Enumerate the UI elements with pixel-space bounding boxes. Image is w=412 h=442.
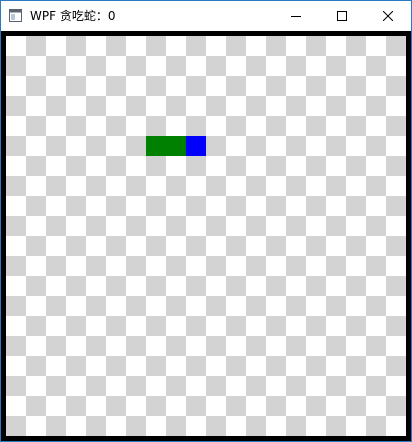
maximize-button[interactable]: [319, 1, 365, 31]
snake-body-segment: [146, 136, 166, 156]
game-frame: [1, 31, 411, 441]
app-window: WPF 贪吃蛇：0: [0, 0, 412, 442]
close-button[interactable]: [365, 1, 411, 31]
close-icon: [383, 11, 393, 21]
minimize-button[interactable]: [273, 1, 319, 31]
title-bar[interactable]: WPF 贪吃蛇：0: [1, 1, 411, 31]
window-title: WPF 贪吃蛇：0: [30, 9, 116, 23]
minimize-icon: [291, 16, 301, 17]
game-board[interactable]: [6, 36, 406, 436]
snake-body-segment: [166, 136, 186, 156]
snake-head: [186, 136, 206, 156]
app-icon: [9, 9, 22, 22]
maximize-icon: [337, 11, 347, 21]
